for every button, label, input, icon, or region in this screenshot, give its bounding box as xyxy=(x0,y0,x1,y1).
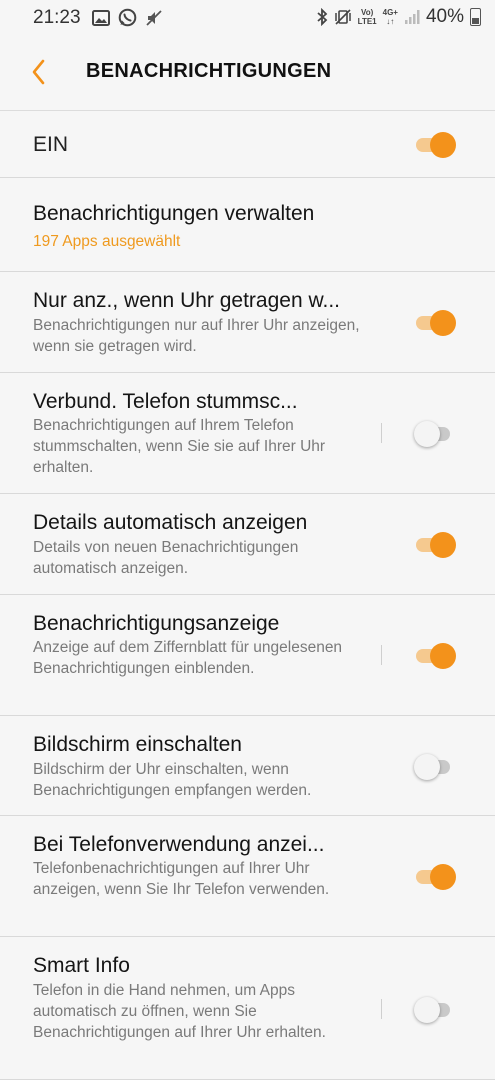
setting-row[interactable]: Verbund. Telefon stummsc... Benachrichti… xyxy=(0,373,495,494)
setting-description: Telefon in die Hand nehmen, um Apps auto… xyxy=(33,982,326,1041)
battery-percent: 40% xyxy=(425,6,464,27)
setting-description: Benachrichtigungen auf Ihrem Telefon stu… xyxy=(33,417,326,476)
divider xyxy=(381,999,382,1019)
battery-icon xyxy=(470,8,481,26)
setting-title: Smart Info xyxy=(33,954,130,977)
setting-toggle[interactable] xyxy=(414,862,458,890)
setting-toggle[interactable] xyxy=(414,419,458,447)
setting-row[interactable]: Nur anz., wenn Uhr getragen w... Benachr… xyxy=(0,272,495,373)
chevron-left-icon xyxy=(32,59,45,85)
manage-notifications-subtitle: 197 Apps ausgewählt xyxy=(33,233,181,250)
manage-notifications-row[interactable]: Benachrichtigungen verwalten 197 Apps au… xyxy=(0,178,495,272)
setting-title: Bei Telefonverwendung anzei... xyxy=(33,833,325,856)
setting-row[interactable]: Bildschirm einschalten Bildschirm der Uh… xyxy=(0,716,495,816)
bluetooth-icon xyxy=(317,8,327,26)
setting-title: Benachrichtigungsanzeige xyxy=(33,612,280,635)
vibrate-icon xyxy=(334,9,351,25)
app-header: BENACHRICHTIGUNGEN xyxy=(0,36,495,111)
setting-description: Bildschirm der Uhr einschalten, wenn Ben… xyxy=(33,761,312,799)
mute-icon xyxy=(146,9,162,26)
setting-title: Details automatisch anzeigen xyxy=(33,511,308,534)
setting-description: Details von neuen Benachrichtigungen aut… xyxy=(33,539,299,577)
status-time: 21:23 xyxy=(33,7,81,28)
setting-toggle[interactable] xyxy=(414,308,458,336)
setting-toggle[interactable] xyxy=(414,530,458,558)
setting-description: Benachrichtigungen nur auf Ihrer Uhr anz… xyxy=(33,317,360,355)
status-bar: 21:23 Vo) LTE1 4G+ ↓↑ 40% xyxy=(0,0,495,36)
network-type-indicator: 4G+ ↓↑ xyxy=(382,8,398,26)
volte-indicator: Vo) LTE1 xyxy=(357,8,377,26)
setting-toggle[interactable] xyxy=(414,641,458,669)
signal-icon xyxy=(404,10,420,24)
page-title: BENACHRICHTIGUNGEN xyxy=(86,60,332,82)
master-switch-row[interactable]: EIN xyxy=(0,111,495,178)
manage-notifications-title: Benachrichtigungen verwalten xyxy=(33,202,315,225)
setting-row[interactable]: Bei Telefonverwendung anzei... Telefonbe… xyxy=(0,816,495,937)
divider xyxy=(381,423,382,443)
whatsapp-icon xyxy=(118,8,137,27)
setting-title: Bildschirm einschalten xyxy=(33,733,242,756)
setting-description: Telefonbenachrichtigungen auf Ihrer Uhr … xyxy=(33,860,330,898)
image-icon xyxy=(92,9,110,26)
back-button[interactable] xyxy=(26,56,52,88)
master-toggle[interactable] xyxy=(414,130,458,158)
divider xyxy=(381,645,382,665)
setting-row[interactable]: Benachrichtigungsanzeige Anzeige auf dem… xyxy=(0,595,495,716)
setting-toggle[interactable] xyxy=(414,752,458,780)
setting-description: Anzeige auf dem Ziffernblatt für ungeles… xyxy=(33,639,343,677)
setting-row[interactable]: Details automatisch anzeigen Details von… xyxy=(0,494,495,595)
setting-title: Nur anz., wenn Uhr getragen w... xyxy=(33,289,340,312)
setting-title: Verbund. Telefon stummsc... xyxy=(33,390,298,413)
master-switch-label: EIN xyxy=(33,133,69,156)
setting-toggle[interactable] xyxy=(414,995,458,1023)
setting-row[interactable]: Smart Info Telefon in die Hand nehmen, u… xyxy=(0,937,495,1080)
